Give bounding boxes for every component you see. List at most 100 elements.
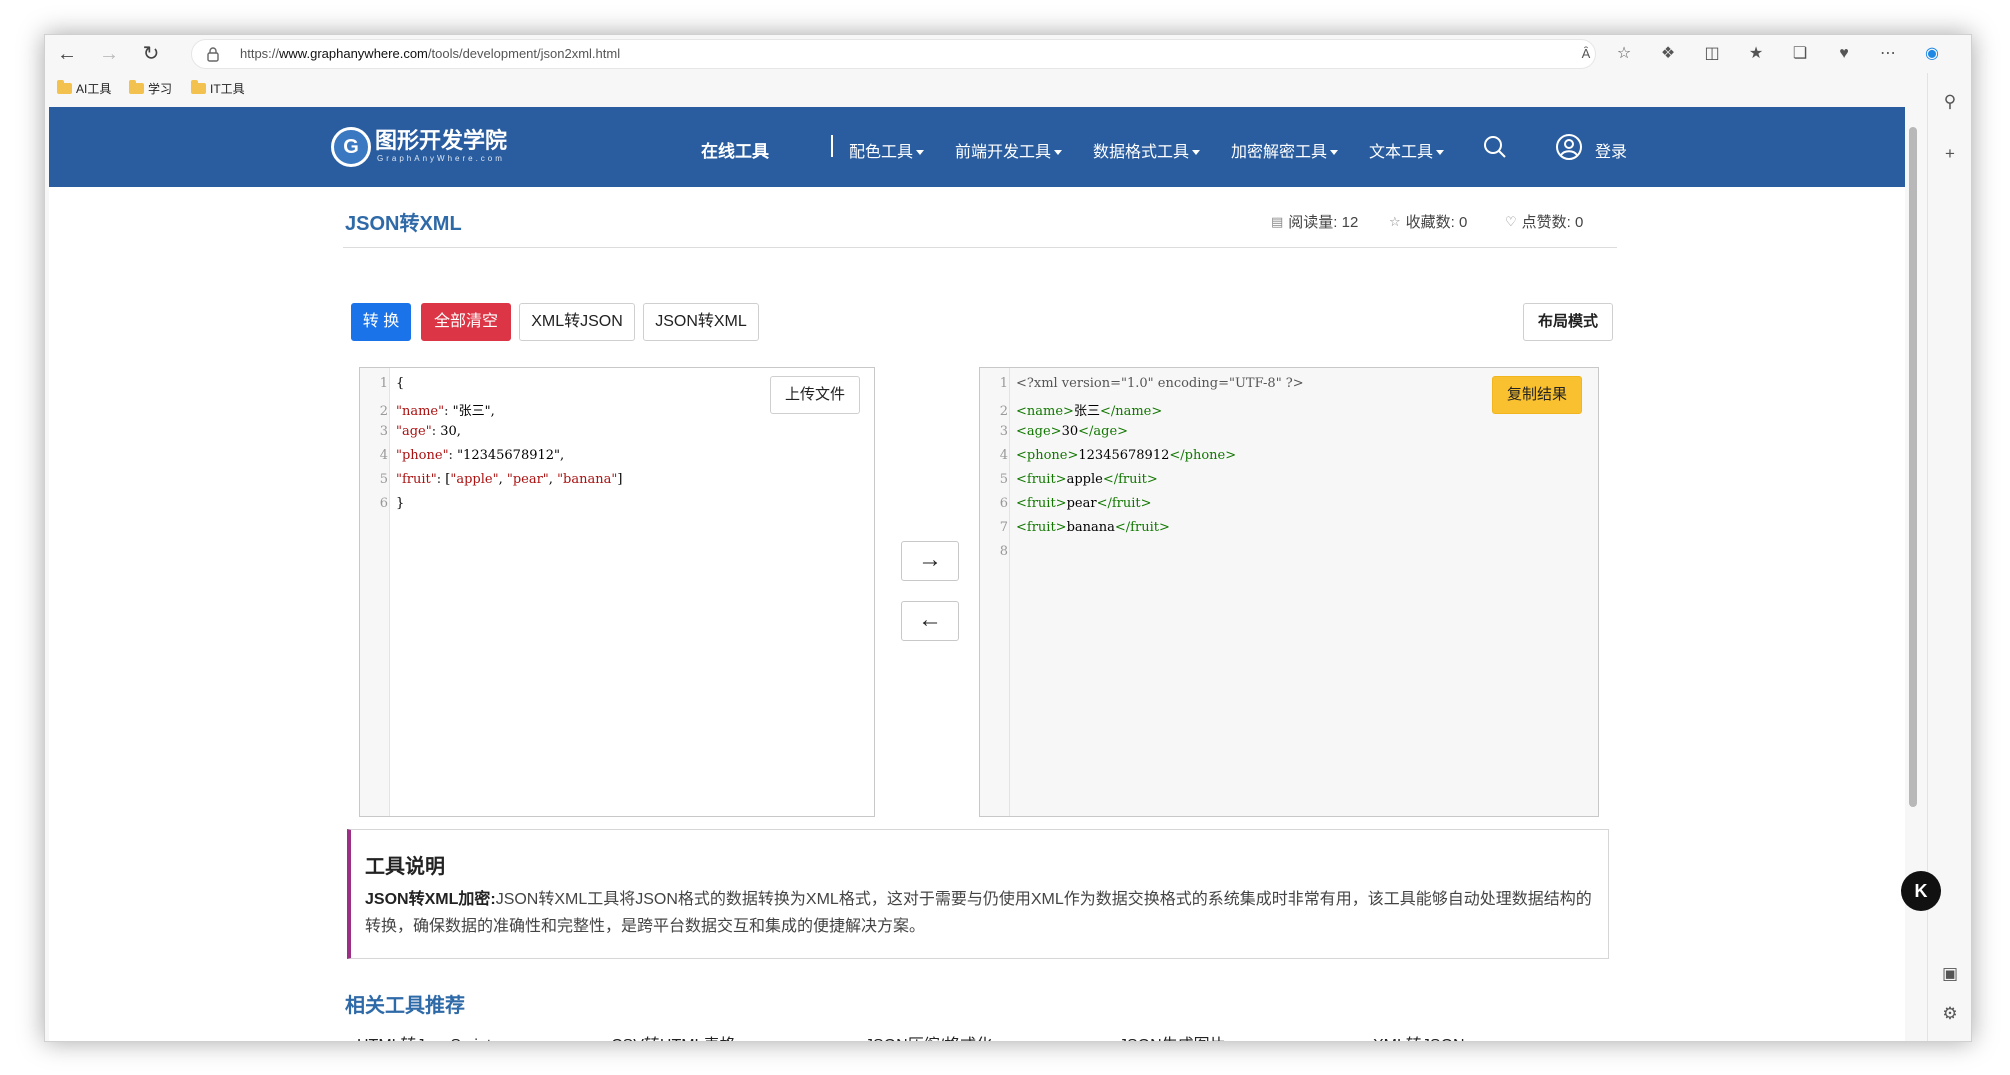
screenshot-icon[interactable]: ▣: [1939, 963, 1961, 985]
description-text: JSON转XML工具将JSON格式的数据转换为XML格式，这对于需要与仍使用XM…: [365, 891, 1592, 935]
extensions-icon[interactable]: ❖: [1657, 43, 1679, 65]
line-number: 2: [999, 404, 1008, 419]
convert-button[interactable]: 转 换: [351, 303, 411, 341]
book-icon: ▤: [1271, 213, 1284, 229]
line-number: 2: [379, 404, 388, 419]
line-number: 4: [379, 448, 388, 463]
address-bar: ← → ↻ https://www.graphanywhere.com/tool…: [45, 35, 1971, 73]
code-text: "name": "张三",: [396, 404, 495, 419]
code-text: <age>30</age>: [1016, 424, 1129, 439]
browser-window: ← → ↻ https://www.graphanywhere.com/tool…: [44, 34, 1972, 1042]
nav-color-tools[interactable]: 配色工具: [849, 138, 925, 162]
nav-separator: [831, 135, 833, 157]
floating-assistant-button[interactable]: K: [1901, 871, 1941, 911]
refresh-icon[interactable]: ↻: [139, 42, 163, 66]
code-line: 8: [980, 544, 1016, 568]
code-text: "fruit": ["apple", "pear", "banana"]: [396, 472, 623, 487]
search-icon[interactable]: ⚲: [1939, 91, 1961, 113]
json-input-editor[interactable]: 1{ 2 "name": "张三", 3 "age": 30, 4 "phone": "12…: [359, 367, 875, 817]
line-number: 3: [379, 424, 388, 439]
description-title: 工具说明: [365, 856, 445, 878]
search-icon[interactable]: [1483, 135, 1507, 159]
xml-output-editor[interactable]: 1 <?xml version="1.0" encoding="UTF-8" ?>…: [979, 367, 1599, 817]
back-icon[interactable]: ←: [55, 42, 79, 66]
nav-label: 加密解密工具: [1231, 144, 1328, 161]
favorites-icon[interactable]: ★: [1745, 43, 1767, 65]
code-text: "phone": "12345678912",: [396, 448, 565, 463]
user-avatar-icon[interactable]: [1555, 133, 1583, 161]
favorite-star-icon[interactable]: ☆: [1613, 43, 1635, 65]
add-icon[interactable]: +: [1939, 143, 1961, 165]
collections-icon[interactable]: ❏: [1789, 43, 1811, 65]
related-link-json-image[interactable]: JSON生成图片: [1119, 1031, 1226, 1041]
nav-label: 配色工具: [849, 144, 914, 161]
code-text: <fruit>apple</fruit>: [1016, 472, 1158, 487]
favorite-count[interactable]: ☆ 收藏数: 0: [1389, 211, 1467, 232]
code-line: 4 <phone>12345678912</phone>: [980, 448, 1236, 472]
logo-title[interactable]: 图形开发学院: [375, 123, 507, 155]
convert-right-arrow-button[interactable]: →: [901, 541, 959, 581]
more-icon[interactable]: ⋯: [1877, 43, 1899, 65]
logo-icon[interactable]: G: [331, 127, 371, 167]
like-count-label: 点赞数: 0: [1521, 214, 1584, 231]
code-line: 1{: [360, 376, 405, 400]
copy-result-button[interactable]: 复制结果: [1492, 376, 1582, 414]
screenshot-backdrop: ← → ↻ https://www.graphanywhere.com/tool…: [0, 0, 2010, 1075]
bookmark-it-tools[interactable]: IT工具: [191, 80, 245, 97]
code-line: 5 <fruit>apple</fruit>: [980, 472, 1158, 496]
related-link-xml-to-json[interactable]: XML转JSON: [1373, 1031, 1465, 1041]
bookmark-study[interactable]: 学习: [129, 80, 172, 97]
nav-text-tools[interactable]: 文本工具: [1369, 138, 1445, 162]
code-text: <fruit>pear</fruit>: [1016, 496, 1152, 511]
layout-mode-button[interactable]: 布局模式: [1523, 303, 1613, 341]
folder-icon: [191, 80, 206, 94]
like-count[interactable]: ♡ 点赞数: 0: [1505, 211, 1583, 232]
code-line: 1 <?xml version="1.0" encoding="UTF-8" ?>: [980, 376, 1304, 400]
upload-file-button[interactable]: 上传文件: [770, 376, 860, 414]
scrollbar-thumb[interactable]: [1909, 127, 1917, 807]
convert-left-arrow-button[interactable]: ←: [901, 601, 959, 641]
nav-online-tools[interactable]: 在线工具: [701, 137, 769, 162]
line-number: 1: [999, 376, 1008, 391]
related-link-json-minify[interactable]: JSON压缩/格式化: [865, 1031, 992, 1041]
xml-to-json-button[interactable]: XML转JSON: [519, 303, 635, 341]
related-tools-title: 相关工具推荐: [345, 995, 465, 1017]
clear-all-button[interactable]: 全部清空: [421, 303, 511, 341]
folder-icon: [57, 80, 72, 94]
read-count-label: 阅读量: 12: [1288, 214, 1359, 231]
bookmark-ai-tools[interactable]: AI工具: [57, 80, 111, 97]
code-line: 2 <name>张三</name>: [980, 400, 1163, 424]
line-number: 6: [999, 496, 1008, 511]
nav-label: 前端开发工具: [955, 144, 1052, 161]
line-number: 7: [999, 520, 1008, 535]
json-to-xml-button[interactable]: JSON转XML: [643, 303, 759, 341]
browser-essentials-icon[interactable]: ♥: [1833, 43, 1855, 65]
line-number: 3: [999, 424, 1008, 439]
site-header: G 图形开发学院 GraphAnyWhere.com 在线工具 配色工具 前端开…: [49, 107, 1907, 187]
forward-icon[interactable]: →: [97, 42, 121, 66]
copilot-icon[interactable]: ◉: [1921, 43, 1943, 65]
code-text: <name>张三</name>: [1016, 404, 1163, 419]
url-text: https://www.graphanywhere.com/tools/deve…: [240, 46, 621, 61]
page-title: JSON转XML: [345, 213, 462, 235]
settings-gear-icon[interactable]: ⚙: [1939, 1003, 1961, 1025]
code-line: 3 <age>30</age>: [980, 424, 1128, 448]
nav-data-format-tools[interactable]: 数据格式工具: [1093, 138, 1201, 162]
code-text: {: [396, 376, 405, 391]
nav-frontend-tools[interactable]: 前端开发工具: [955, 138, 1063, 162]
nav-crypto-tools[interactable]: 加密解密工具: [1231, 138, 1339, 162]
code-line: 2 "name": "张三",: [360, 400, 495, 424]
code-text: <phone>12345678912</phone>: [1016, 448, 1237, 463]
url-field[interactable]: https://www.graphanywhere.com/tools/deve…: [191, 39, 1596, 69]
heart-icon: ♡: [1505, 213, 1517, 229]
read-aloud-icon[interactable]: Ȃ: [1575, 43, 1597, 65]
code-line: 5 "fruit": ["apple", "pear", "banana"]: [360, 472, 623, 496]
tool-description-box: 工具说明 JSON转XML加密:JSON转XML工具将JSON格式的数据转换为X…: [347, 829, 1609, 959]
split-screen-icon[interactable]: ◫: [1701, 43, 1723, 65]
code-text: "age": 30,: [396, 424, 461, 439]
related-link-html-to-js[interactable]: HTML转JavaScript: [357, 1031, 491, 1041]
nav-label: 数据格式工具: [1093, 144, 1190, 161]
code-line: 4 "phone": "12345678912",: [360, 448, 564, 472]
login-link[interactable]: 登录: [1595, 138, 1627, 162]
related-link-csv-to-html[interactable]: CSV转HTML表格: [611, 1031, 735, 1041]
